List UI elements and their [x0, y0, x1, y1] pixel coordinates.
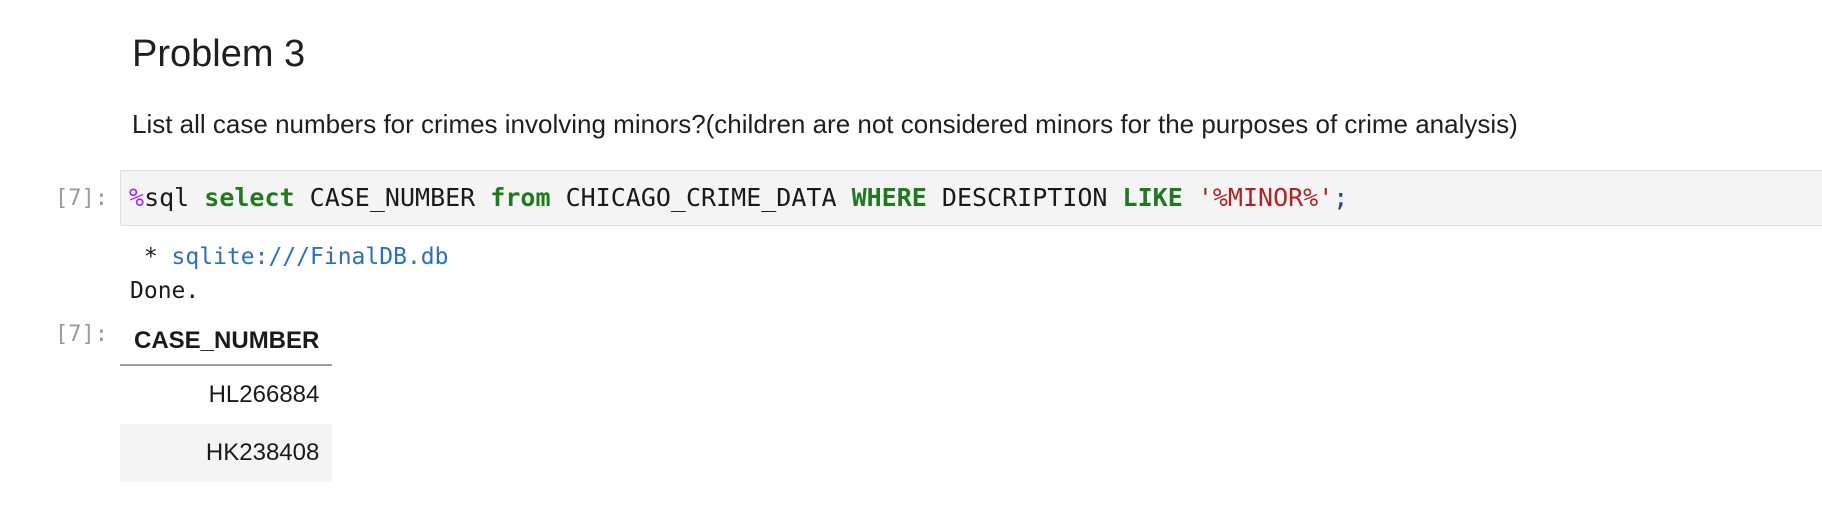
stream-output: * sqlite:///FinalDB.db Done.	[130, 240, 449, 308]
pattern-string: '%MINOR%'	[1197, 183, 1334, 212]
output-prompt: [7]:	[55, 322, 108, 347]
column-header-case-number: CASE_NUMBER	[120, 318, 333, 366]
table-row: HK238408	[120, 424, 333, 482]
magic-name-token: sql	[144, 183, 190, 212]
input-prompt: [7]:	[55, 186, 108, 211]
connection-string: sqlite:///FinalDB.db	[171, 244, 449, 270]
select-keyword: select	[204, 183, 295, 212]
from-keyword: from	[490, 183, 551, 212]
result-table: CASE_NUMBER HL266884 HK238408	[120, 318, 333, 482]
magic-percent-token: %	[129, 183, 145, 212]
like-keyword: LIKE	[1122, 183, 1183, 212]
table-cell: HL266884	[208, 381, 320, 408]
problem-description: List all case numbers for crimes involvi…	[132, 109, 1518, 139]
column-token: CASE_NUMBER	[309, 183, 476, 212]
code-cell-editor[interactable]: %sql select CASE_NUMBER from CHICAGO_CRI…	[120, 170, 1822, 226]
table-cell: HK238408	[120, 424, 333, 482]
semicolon-token: ;	[1333, 183, 1349, 212]
table-row: HL266884	[120, 365, 332, 424]
where-keyword: WHERE	[851, 183, 927, 212]
table-token: CHICAGO_CRIME_DATA	[565, 183, 837, 212]
done-status: Done.	[130, 278, 200, 304]
problem-heading: Problem 3	[132, 33, 306, 75]
field-token: DESCRIPTION	[941, 183, 1108, 212]
bullet-marker: *	[130, 244, 172, 270]
